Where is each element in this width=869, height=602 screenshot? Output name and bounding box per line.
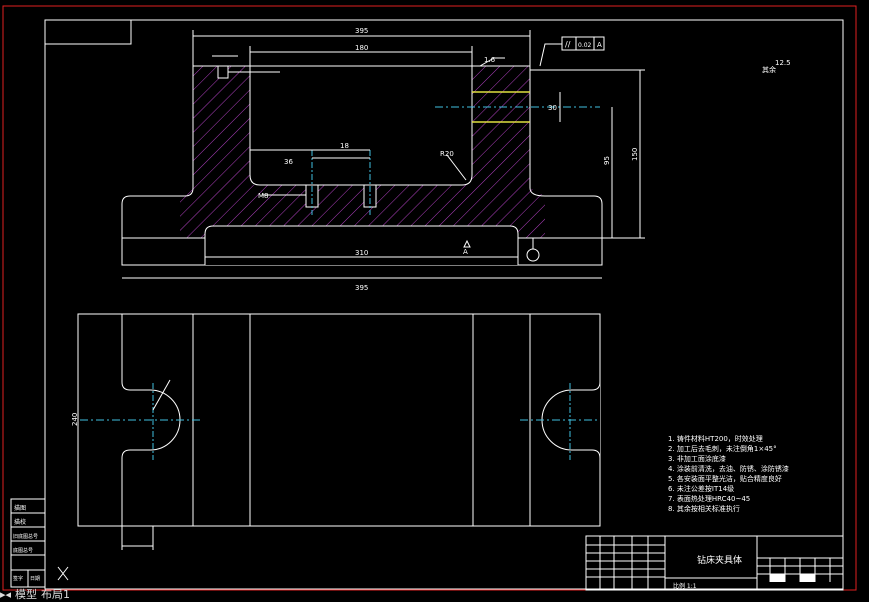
dim-text-hole-spacing: 36 (284, 158, 293, 166)
dim-text-overall-bottom: 395 (355, 284, 368, 292)
pocket-cavity (249, 65, 473, 186)
tech-req-7: 7. 表面热处理HRC40~45 (668, 494, 750, 503)
dim-text-height-right: 150 (631, 148, 639, 161)
gdt-datum: A (597, 41, 602, 49)
finish-other-text: 其余 (762, 65, 776, 74)
strip-row-3: 旧底图总号 (13, 533, 38, 540)
tech-requirements: 1. 铸件材料HT200，时效处理 2. 加工后去毛刺，未注倒角1×45° 3.… (668, 434, 789, 513)
tech-req-2: 2. 加工后去毛刺，未注倒角1×45° (668, 444, 777, 453)
gdt-frame: // 0.02 A (561, 36, 605, 51)
bottom-slot (204, 225, 519, 265)
dim-text-slot-width: 18 (340, 142, 349, 150)
left-bore (217, 65, 229, 79)
tech-req-6: 6. 未注公差按IT14级 (668, 484, 734, 493)
finish-top-text: 1.6 (484, 56, 496, 64)
dim-text-radius: R20 (440, 150, 454, 158)
left-strip-table: 描图 描校 旧底图总号 底图总号 签字 日期 (10, 498, 46, 588)
ucs-icon (57, 566, 69, 581)
tech-req-8: 8. 其余按相关标准执行 (668, 504, 740, 513)
strip-row-6: 日期 (30, 576, 40, 582)
tab-nav-icon[interactable]: ▸◂ (0, 588, 11, 601)
tab-layout1[interactable]: 布局1 (41, 588, 70, 601)
strip-row-2: 描校 (14, 518, 26, 526)
gdt-value: 0.02 (578, 42, 592, 49)
gdt-leader (539, 43, 562, 67)
title-block: 钻床夹具体 比例 1:1 (585, 535, 844, 591)
drawing-code-box (44, 19, 132, 45)
dim-text-datum: A (463, 248, 468, 256)
dim-text-inner-top: 180 (355, 44, 368, 52)
dim-text-pocket-depth: 30 (548, 104, 557, 112)
finish-other-value: 12.5 (775, 59, 791, 67)
strip-row-5: 签字 (13, 575, 23, 582)
tech-req-3: 3. 非加工面涂底漆 (668, 454, 726, 463)
title-drawing-name: 钻床夹具体 (697, 554, 742, 566)
strip-row-4: 底图总号 (13, 547, 33, 554)
datum-circle (526, 248, 540, 262)
tech-req-4: 4. 涂装前清洗，去油、防锈、涂防锈漆 (668, 464, 789, 473)
tech-req-5: 5. 各安装面平整光洁，贴合精度良好 (668, 474, 782, 483)
dim-text-height-inner: 95 (603, 156, 611, 165)
plan-view (77, 313, 601, 550)
strip-row-1: 描图 (14, 504, 26, 512)
dim-text-thread: M8 (258, 192, 269, 200)
layout-tab-bar: ▸◂ 模型 布局1 (0, 586, 300, 601)
tab-model[interactable]: 模型 (15, 588, 37, 601)
dim-text-overall-top: 395 (355, 27, 368, 35)
gdt-symbol: // (565, 40, 571, 49)
dim-text-bottom-inner: 310 (355, 249, 368, 257)
tech-req-1: 1. 铸件材料HT200，时效处理 (668, 434, 763, 443)
cad-drawing-canvas[interactable]: // 0.02 A 395 180 395 310 150 95 30 36 1… (0, 0, 869, 599)
title-scale: 比例 1:1 (673, 582, 697, 590)
front-section-view (121, 30, 645, 279)
